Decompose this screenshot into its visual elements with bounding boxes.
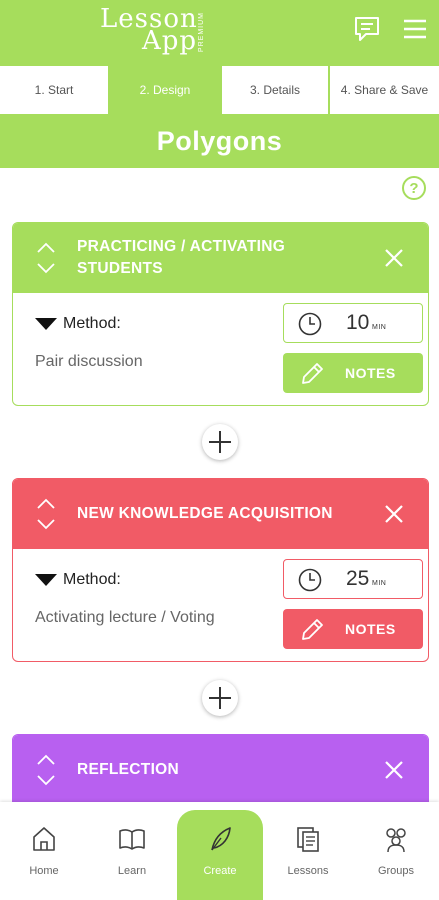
close-icon[interactable]	[383, 759, 405, 781]
documents-icon	[293, 824, 323, 854]
method-value: Activating lecture / Voting	[35, 609, 215, 626]
notes-button[interactable]: NOTES	[283, 609, 423, 649]
feather-icon	[205, 824, 235, 854]
method-toggle[interactable]: Method:	[35, 571, 121, 589]
nav-label: Home	[29, 865, 59, 877]
notes-label: NOTES	[345, 621, 396, 637]
card-title: REFLECTION	[77, 761, 180, 778]
triangle-down-icon	[35, 574, 57, 586]
activity-card-practicing: PRACTICING / ACTIVATING STUDENTS Method:…	[12, 222, 429, 406]
tab-share-save[interactable]: 4. Share & Save	[330, 66, 439, 114]
duration-value: 10	[346, 311, 370, 334]
card-title: NEW KNOWLEDGE ACQUISITION	[77, 505, 333, 522]
people-icon	[381, 824, 411, 854]
notes-label: NOTES	[345, 365, 396, 381]
plus-icon	[209, 687, 231, 709]
help-icon[interactable]: ?	[402, 176, 426, 200]
home-icon	[29, 824, 59, 854]
app-header: Lesson App PREMIUM	[0, 0, 439, 62]
nav-home[interactable]: Home	[0, 802, 88, 900]
method-toggle[interactable]: Method:	[35, 315, 121, 333]
card-header: PRACTICING / ACTIVATING STUDENTS	[13, 223, 428, 293]
app-logo: Lesson App PREMIUM	[100, 4, 210, 58]
close-icon[interactable]	[383, 503, 405, 525]
hamburger-menu-icon[interactable]	[402, 16, 428, 42]
nav-groups[interactable]: Groups	[352, 802, 439, 900]
pencil-icon	[299, 617, 325, 643]
add-activity-button[interactable]	[202, 424, 238, 460]
tab-details[interactable]: 3. Details	[222, 66, 328, 114]
method-value: Pair discussion	[35, 353, 143, 370]
card-header: REFLECTION	[13, 735, 428, 805]
card-header: NEW KNOWLEDGE ACQUISITION	[13, 479, 428, 549]
bottom-navigation: Home Learn Create Lessons Groups	[0, 802, 439, 900]
nav-create[interactable]: Create	[176, 802, 264, 900]
logo-premium-badge: PREMIUM	[198, 12, 205, 53]
duration-field[interactable]: 10 MIN	[283, 303, 423, 343]
method-label: Method:	[63, 315, 121, 332]
pencil-icon	[299, 361, 325, 387]
tab-start[interactable]: 1. Start	[0, 66, 108, 114]
reorder-arrows-icon[interactable]	[35, 753, 57, 787]
clock-icon	[298, 312, 322, 336]
step-tabs: 1. Start 2. Design 3. Details 4. Share &…	[0, 62, 439, 114]
nav-label: Lessons	[287, 865, 329, 877]
reorder-arrows-icon[interactable]	[35, 241, 57, 275]
logo-text-app: App	[142, 26, 198, 56]
triangle-down-icon	[35, 318, 57, 330]
card-title: PRACTICING / ACTIVATING STUDENTS	[77, 238, 286, 277]
method-label: Method:	[63, 571, 121, 588]
reorder-arrows-icon[interactable]	[35, 497, 57, 531]
tab-design[interactable]: 2. Design	[110, 66, 220, 114]
duration-unit: MIN	[372, 580, 387, 587]
plus-icon	[209, 431, 231, 453]
close-icon[interactable]	[383, 247, 405, 269]
clock-icon	[298, 568, 322, 592]
chat-bubble-icon[interactable]	[352, 14, 382, 44]
nav-label: Groups	[377, 865, 415, 877]
duration-field[interactable]: 25 MIN	[283, 559, 423, 599]
activity-card-new-knowledge: NEW KNOWLEDGE ACQUISITION Method: Activa…	[12, 478, 429, 662]
page-title: Polygons	[0, 114, 439, 168]
nav-learn[interactable]: Learn	[88, 802, 176, 900]
add-activity-button[interactable]	[202, 680, 238, 716]
nav-lessons[interactable]: Lessons	[264, 802, 352, 900]
nav-label: Create	[203, 865, 237, 877]
book-icon	[117, 824, 147, 854]
notes-button[interactable]: NOTES	[283, 353, 423, 393]
nav-label: Learn	[117, 865, 147, 877]
duration-unit: MIN	[372, 324, 387, 331]
duration-value: 25	[346, 567, 370, 590]
